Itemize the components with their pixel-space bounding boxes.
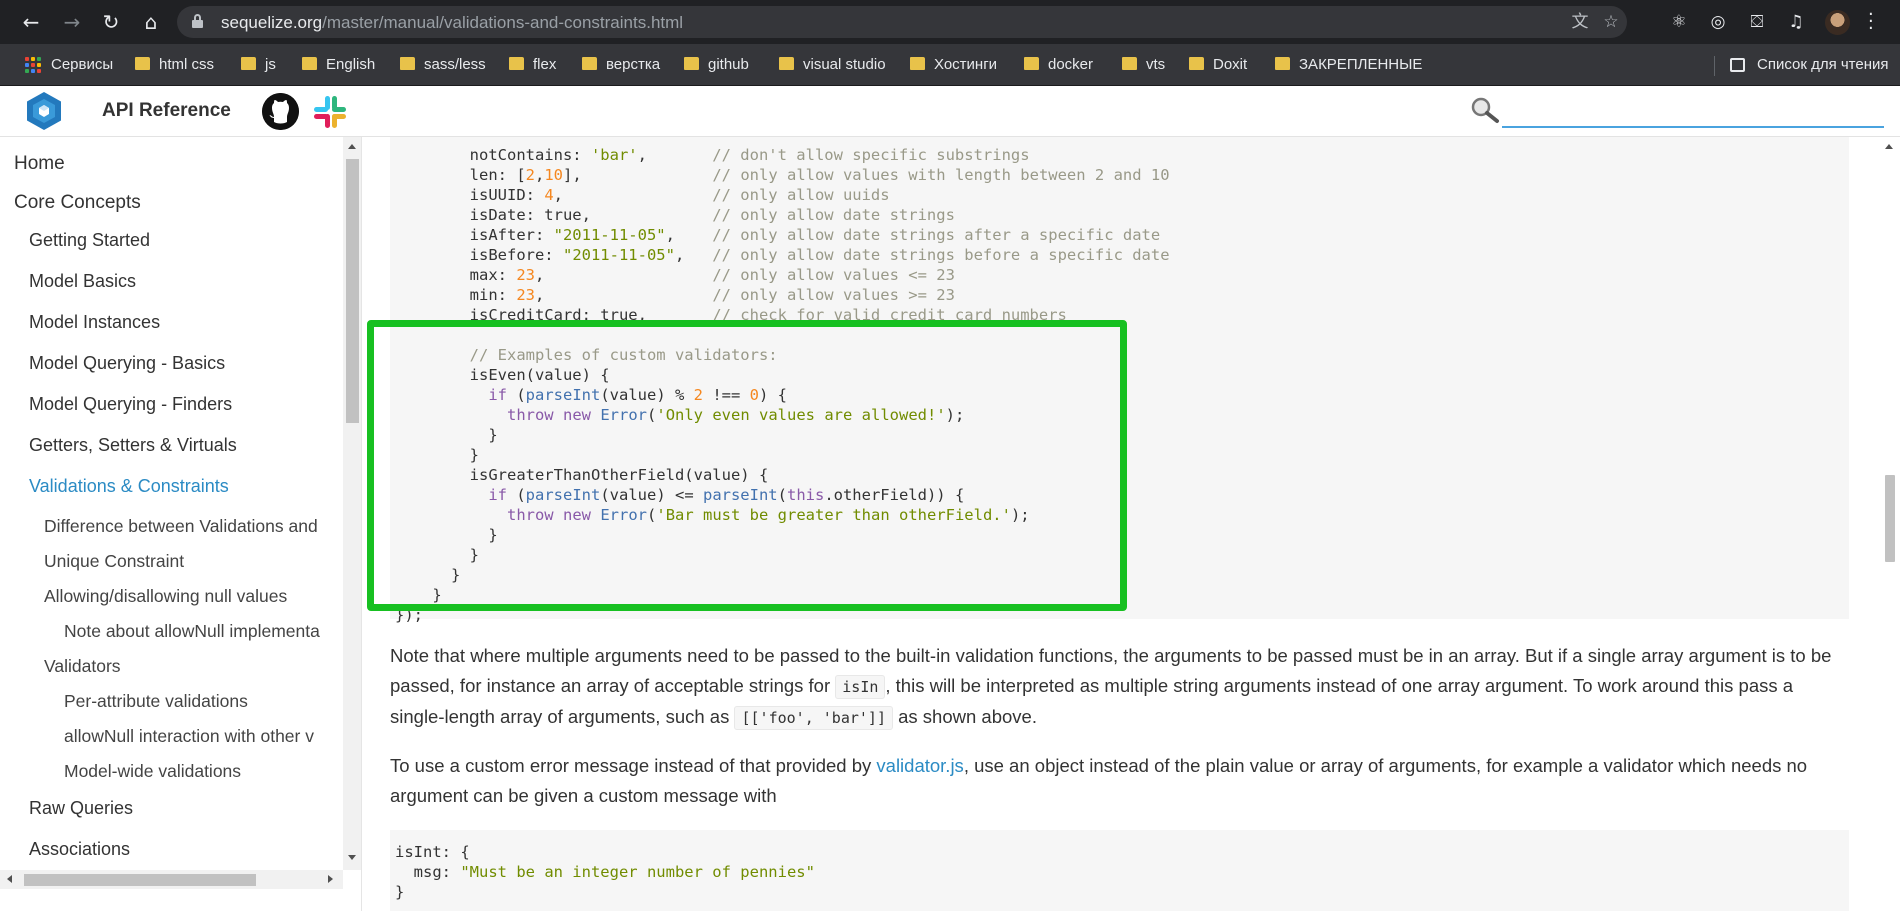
sidebar-item-validators[interactable]: Validators [44, 656, 121, 677]
url-host: sequelize.org [221, 13, 323, 32]
paragraph-multiple-arguments: Note that where multiple arguments need … [390, 641, 1850, 733]
back-icon[interactable]: ← [18, 9, 44, 35]
reload-icon[interactable]: ↻ [98, 9, 124, 35]
highlight-annotation-box [367, 320, 1127, 611]
folder-icon [1275, 57, 1290, 70]
paragraph-custom-error: To use a custom error message instead of… [390, 755, 1808, 806]
search-icon[interactable] [1470, 96, 1500, 124]
star-icon[interactable]: ☆ [1600, 11, 1622, 33]
sidebar-item-associations[interactable]: Associations [29, 839, 130, 860]
puzzle-extensions-icon[interactable]: ⛋ [1746, 11, 1768, 33]
folder-icon [684, 57, 699, 70]
translate-icon[interactable]: 文 [1569, 11, 1591, 33]
folder-icon [302, 57, 317, 70]
media-controls-icon[interactable]: ♫ [1785, 11, 1807, 33]
scroll-down-icon[interactable] [348, 855, 356, 860]
sidebar-item-querying-finders[interactable]: Model Querying - Finders [29, 394, 232, 415]
main-content: notContains: 'bar', // don't allow speci… [363, 137, 1876, 911]
sidebar-item-allownull-interaction[interactable]: allowNull interaction with other v [64, 726, 314, 747]
sidebar-item-core-concepts[interactable]: Core Concepts [14, 192, 141, 214]
browser-toolbar: ← → ↻ ⌂ sequelize.org/master/manual/vali… [0, 0, 1900, 44]
folder-icon [1189, 57, 1204, 70]
sidebar-nav: Home Core Concepts Getting Started Model… [0, 137, 362, 911]
sidebar-item-validations[interactable]: Validations & Constraints [29, 476, 229, 497]
sidebar-item-difference[interactable]: Difference between Validations and [44, 516, 318, 537]
folder-icon [509, 57, 524, 70]
bookmark-services[interactable]: Сервисы [51, 54, 113, 76]
home-icon[interactable]: ⌂ [138, 9, 164, 35]
page-scrollbar[interactable] [1876, 137, 1900, 911]
folder-icon [582, 57, 597, 70]
folder-icon [779, 57, 794, 70]
bookmark-folder[interactable]: Хостинги [910, 54, 997, 76]
folder-icon [910, 57, 925, 70]
validator-js-link[interactable]: validator.js [876, 755, 963, 776]
sidebar-item-model-basics[interactable]: Model Basics [29, 271, 136, 292]
bookmark-folder[interactable]: flex [509, 54, 556, 76]
folder-icon [400, 57, 415, 70]
sidebar-item-raw-queries[interactable]: Raw Queries [29, 798, 133, 819]
address-bar[interactable]: sequelize.org/master/manual/validations-… [177, 6, 1627, 38]
extension-target-icon[interactable]: ◎ [1707, 11, 1729, 33]
inline-code-isin: isIn [835, 675, 886, 699]
sidebar-horizontal-scrollbar[interactable] [0, 870, 343, 889]
inline-code-array: [['foo', 'bar']] [734, 706, 893, 730]
folder-icon [1024, 57, 1039, 70]
bookmark-folder[interactable]: html css [135, 54, 214, 76]
api-reference-link[interactable]: API Reference [102, 100, 231, 122]
reading-list-button[interactable]: Список для чтения [1757, 54, 1889, 76]
bookmark-folder[interactable]: github [684, 54, 749, 76]
bookmarks-bar: Сервисы html css js English sass/less fl… [0, 44, 1900, 86]
sidebar-vertical-scrollbar[interactable] [343, 137, 361, 870]
scrollbar-thumb[interactable] [346, 159, 359, 423]
sidebar-item-getters-setters[interactable]: Getters, Setters & Virtuals [29, 435, 237, 456]
bookmark-folder[interactable]: Doxit [1189, 54, 1247, 76]
folder-icon [1122, 57, 1137, 70]
folder-icon [135, 57, 150, 70]
scroll-up-icon[interactable] [348, 144, 356, 149]
scroll-left-icon[interactable] [7, 875, 12, 883]
bookmark-folder[interactable]: js [241, 54, 276, 76]
sidebar-item-home[interactable]: Home [14, 153, 65, 175]
bookmark-folder[interactable]: English [302, 54, 375, 76]
url-path: /master/manual/validations-and-constrain… [322, 13, 684, 32]
site-header: API Reference [0, 86, 1900, 137]
forward-icon[interactable]: → [59, 9, 85, 35]
sidebar-item-allow-null[interactable]: Allowing/disallowing null values [44, 586, 287, 607]
lock-icon[interactable] [192, 14, 203, 28]
sidebar-item-note-allownull[interactable]: Note about allowNull implementa [64, 621, 320, 642]
bookmark-folder[interactable]: vts [1122, 54, 1165, 76]
sidebar-item-per-attribute[interactable]: Per-attribute validations [64, 691, 248, 712]
divider [1714, 56, 1715, 76]
bookmark-folder[interactable]: ЗАКРЕПЛЕННЫЕ [1275, 54, 1422, 76]
github-icon[interactable] [262, 93, 299, 130]
react-devtools-icon[interactable]: ⚛ [1668, 11, 1690, 33]
bookmark-folder[interactable]: visual studio [779, 54, 886, 76]
sidebar-item-getting-started[interactable]: Getting Started [29, 230, 150, 251]
sidebar-item-model-instances[interactable]: Model Instances [29, 312, 160, 333]
code-block-isint: isInt: { msg: "Must be an integer number… [390, 830, 1849, 911]
scroll-right-icon[interactable] [328, 875, 333, 883]
code-listing: isInt: { msg: "Must be an integer number… [395, 843, 815, 901]
scrollbar-thumb[interactable] [24, 874, 256, 886]
sidebar-item-model-wide[interactable]: Model-wide validations [64, 761, 241, 782]
scroll-up-icon[interactable] [1885, 144, 1893, 149]
sidebar-item-querying-basics[interactable]: Model Querying - Basics [29, 353, 225, 374]
menu-icon[interactable]: · · · [1868, 6, 1874, 38]
slack-icon[interactable] [312, 94, 348, 130]
scrollbar-thumb[interactable] [1885, 475, 1895, 562]
reading-list-icon[interactable] [1730, 58, 1745, 72]
avatar[interactable] [1825, 10, 1850, 35]
bookmark-folder[interactable]: docker [1024, 54, 1093, 76]
apps-grid-icon[interactable] [25, 57, 41, 73]
search-input[interactable] [1502, 92, 1884, 128]
bookmark-folder[interactable]: верстка [582, 54, 660, 76]
sequelize-logo-icon[interactable] [24, 91, 64, 131]
folder-icon [241, 57, 256, 70]
bookmark-folder[interactable]: sass/less [400, 54, 486, 76]
sidebar-item-unique-constraint[interactable]: Unique Constraint [44, 551, 184, 572]
